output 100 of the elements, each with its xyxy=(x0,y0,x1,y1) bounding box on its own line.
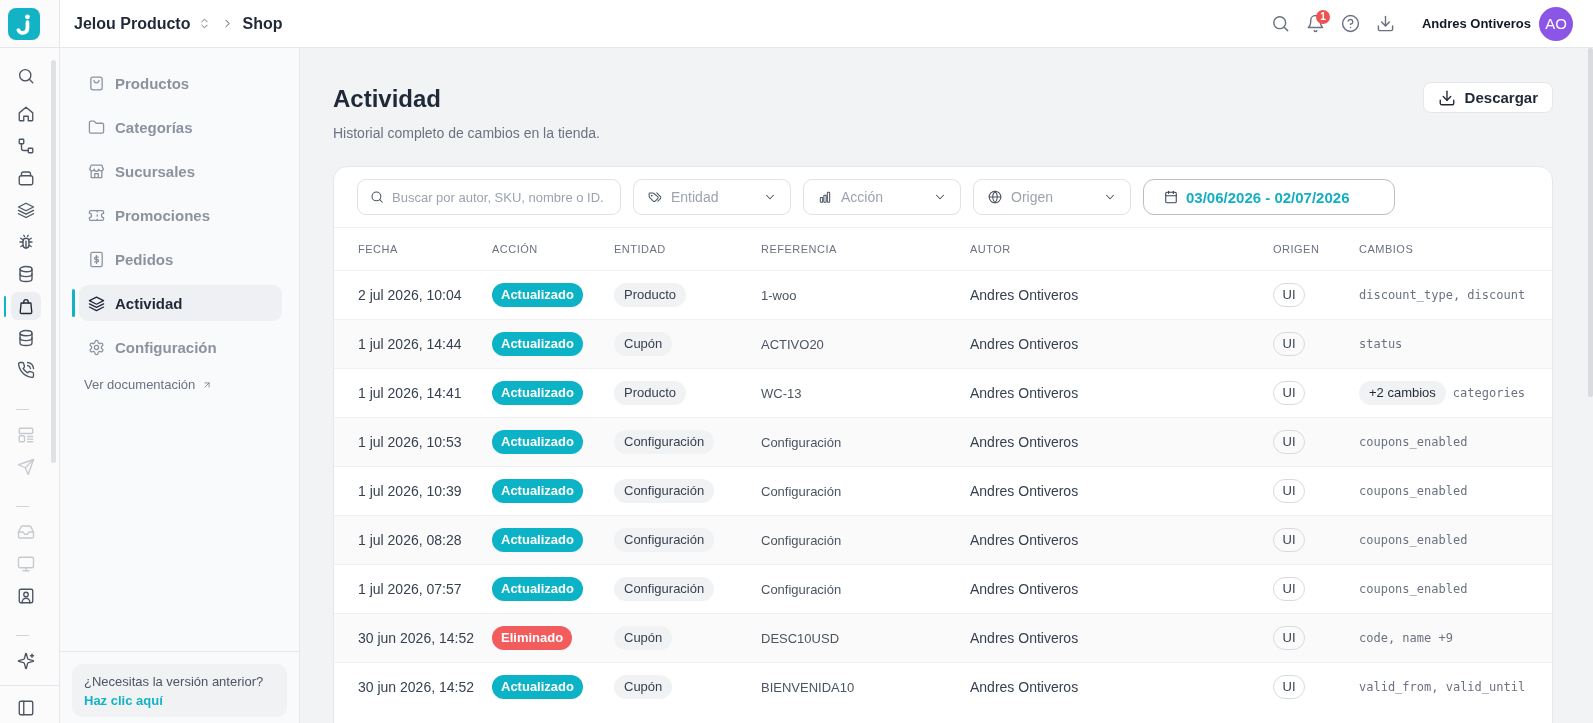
user-avatar[interactable]: AO xyxy=(1539,6,1573,41)
column-header: ACCIÓN xyxy=(492,243,538,255)
author-name: Andres Ontiveros xyxy=(970,532,1079,548)
reference-code: 1-woo xyxy=(761,287,797,303)
reference-code: Configuración xyxy=(761,483,842,499)
sidebar-item[interactable]: Configuración xyxy=(79,329,282,365)
entity-chip: Producto xyxy=(614,381,687,405)
column-header: FECHA xyxy=(358,243,398,255)
entity-chip: Configuración xyxy=(614,577,715,601)
changed-fields: valid_from, valid_until xyxy=(1359,680,1526,694)
changed-fields: coupons_enabled xyxy=(1359,435,1468,449)
entity-chip: Cupón xyxy=(614,332,673,356)
sidebar-item[interactable]: Productos xyxy=(79,65,282,101)
layers-icon xyxy=(17,201,35,219)
shopping-bag-icon xyxy=(17,297,35,315)
page-title: Actividad xyxy=(333,84,443,114)
timestamp: 1 jul 2026, 14:41 xyxy=(358,385,462,401)
search-field[interactable]: Buscar por autor, SKU, nombre o ID. xyxy=(357,179,621,215)
arrow-up-right-icon xyxy=(202,379,213,390)
bag-icon xyxy=(88,74,105,92)
author-name: Andres Ontiveros xyxy=(970,385,1079,401)
action-badge: Actualizado xyxy=(492,479,583,503)
filter-dropdown[interactable]: Acción xyxy=(803,179,961,215)
bell-icon xyxy=(1306,14,1326,33)
entity-chip: Cupón xyxy=(614,626,673,650)
changed-fields: code, name +9 xyxy=(1359,631,1453,645)
sparkles-icon xyxy=(17,652,35,670)
entity-chip: Cupón xyxy=(614,675,673,699)
notifications-button[interactable]: 1 xyxy=(1301,9,1330,38)
timestamp: 1 jul 2026, 07:57 xyxy=(358,581,462,597)
column-header: ENTIDAD xyxy=(614,243,666,255)
entity-chip: Configuración xyxy=(614,430,715,454)
changed-fields: coupons_enabled xyxy=(1359,533,1468,547)
timestamp: 1 jul 2026, 10:39 xyxy=(358,483,462,499)
column-header: ORIGEN xyxy=(1273,243,1320,255)
sidebar-item[interactable]: Promociones xyxy=(79,197,282,233)
rail-nav-item[interactable] xyxy=(11,292,41,320)
action-badge: Actualizado xyxy=(492,528,583,552)
filter-dropdown[interactable]: Entidad xyxy=(633,179,791,215)
folder-icon xyxy=(88,118,105,136)
filter-dropdown[interactable]: Origen xyxy=(973,179,1131,215)
download-button[interactable]: Descargar xyxy=(1422,82,1553,113)
page-subtitle: Historial completo de cambios en la tienda. xyxy=(333,124,600,143)
sidebar-item[interactable]: Pedidos xyxy=(79,241,282,277)
column-header: REFERENCIA xyxy=(761,243,837,255)
flow-chart-icon xyxy=(17,137,35,155)
selected-indicator xyxy=(72,289,75,317)
entity-chip: Producto xyxy=(614,283,687,307)
column-header: AUTOR xyxy=(970,243,1011,255)
legacy-version-link[interactable]: Haz clic aquí xyxy=(84,691,163,710)
help-icon xyxy=(1341,14,1361,33)
timestamp: 1 jul 2026, 14:44 xyxy=(358,336,462,352)
entity-chip: Configuración xyxy=(614,528,715,552)
date-range-picker[interactable]: 03/06/2026 - 02/07/2026 xyxy=(1143,179,1395,215)
bar-chart-icon xyxy=(818,190,832,204)
author-name: Andres Ontiveros xyxy=(970,581,1079,597)
sidebar-item[interactable]: Categorías xyxy=(79,109,282,145)
settings-icon xyxy=(88,338,105,356)
more-changes-chip[interactable]: +2 cambios xyxy=(1359,381,1446,405)
notification-count-badge: 1 xyxy=(1315,9,1330,24)
home-icon xyxy=(17,105,35,123)
reference-code: Configuración xyxy=(761,581,842,597)
reference-code: BIENVENIDA10 xyxy=(761,679,855,695)
author-name: Andres Ontiveros xyxy=(970,630,1079,646)
documentation-link[interactable]: Ver documentación xyxy=(84,377,213,392)
sidebar-item[interactable]: Actividad xyxy=(79,285,282,321)
author-name: Andres Ontiveros xyxy=(970,287,1079,303)
panel-icon xyxy=(17,699,35,717)
changed-fields: coupons_enabled xyxy=(1359,582,1468,596)
breadcrumb-page: Shop xyxy=(242,14,283,33)
bug-icon xyxy=(17,233,35,251)
scrollbar-thumb[interactable] xyxy=(51,60,56,463)
calendar-icon xyxy=(1164,190,1178,204)
action-badge: Eliminado xyxy=(492,626,573,650)
timestamp: 1 jul 2026, 10:53 xyxy=(358,434,462,450)
layout-icon xyxy=(17,426,35,444)
download-icon xyxy=(1437,88,1456,107)
download-icon xyxy=(1376,14,1396,33)
monitor-icon xyxy=(17,555,35,573)
timestamp: 2 jul 2026, 10:04 xyxy=(358,287,462,303)
sidebar-item[interactable]: Sucursales xyxy=(79,153,282,189)
tags-icon xyxy=(648,190,662,204)
timestamp: 1 jul 2026, 08:28 xyxy=(358,532,462,548)
action-badge: Actualizado xyxy=(492,675,583,699)
reference-code: DESC10USD xyxy=(761,630,840,646)
column-header: CAMBIOS xyxy=(1359,243,1414,255)
entity-chip: Configuración xyxy=(614,479,715,503)
search-icon xyxy=(370,190,384,204)
action-badge: Actualizado xyxy=(492,577,583,601)
box-icon xyxy=(17,169,35,187)
workspace-switcher[interactable]: Jelou Producto xyxy=(74,14,212,33)
send-icon xyxy=(17,458,35,476)
search-icon xyxy=(17,67,35,85)
timestamp: 30 jun 2026, 14:52 xyxy=(358,630,474,646)
author-name: Andres Ontiveros xyxy=(970,434,1079,450)
store-icon xyxy=(88,162,105,180)
user-name: Andres Ontiveros xyxy=(1421,16,1531,31)
scrollbar-thumb[interactable] xyxy=(1588,48,1593,397)
changed-fields: categories xyxy=(1452,386,1526,400)
globe-icon xyxy=(988,190,1002,204)
